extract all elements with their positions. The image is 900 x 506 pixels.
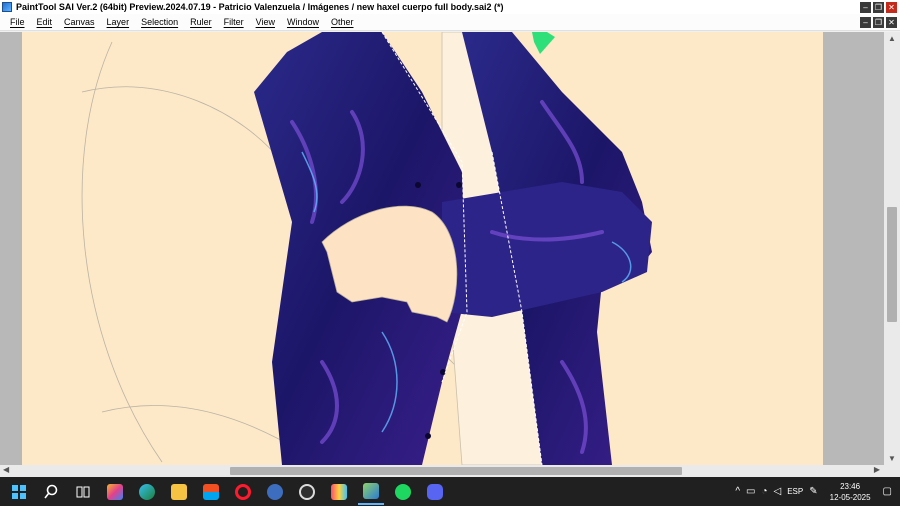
restore-button[interactable]: ❐: [873, 1, 884, 13]
minimize-button[interactable]: –: [860, 1, 871, 13]
clock[interactable]: 23:46 12-05-2025: [830, 481, 871, 503]
scroll-right-arrow-icon[interactable]: ▶: [874, 465, 880, 474]
menu-layer[interactable]: Layer: [101, 17, 136, 27]
artwork: [81, 32, 652, 465]
windows-taskbar: ^ ▭ ◔ ◁ ESP ✎ 23:46 12-05-2025 ▢: [0, 477, 900, 506]
doc-close-button[interactable]: ✕: [886, 17, 897, 28]
discord-icon[interactable]: [422, 479, 448, 505]
task-view-icon[interactable]: [70, 479, 96, 505]
battery-icon[interactable]: ▭: [746, 486, 755, 497]
menu-edit[interactable]: Edit: [31, 17, 59, 27]
clock-date: 12-05-2025: [829, 492, 871, 502]
scroll-down-arrow-icon[interactable]: ▼: [887, 454, 897, 463]
spotify-icon[interactable]: [390, 479, 416, 505]
file-explorer-icon[interactable]: [166, 479, 192, 505]
window-title: PaintTool SAI Ver.2 (64bit) Preview.2024…: [16, 2, 504, 12]
doc-restore-button[interactable]: ❐: [873, 17, 884, 28]
green-accent: [532, 32, 555, 54]
document-window-controls: – ❐ ✕: [860, 17, 897, 28]
doc-minimize-button[interactable]: –: [860, 17, 871, 28]
clock-time: 23:46: [840, 481, 861, 491]
horizontal-scroll-thumb[interactable]: [230, 467, 682, 475]
wifi-icon[interactable]: ◔: [761, 486, 767, 497]
menu-canvas[interactable]: Canvas: [58, 17, 101, 27]
system-tray: ^ ▭ ◔ ◁ ESP ✎ 23:46 12-05-2025 ▢: [735, 477, 900, 506]
drawing-canvas[interactable]: [22, 32, 823, 465]
scroll-left-arrow-icon[interactable]: ◀: [3, 465, 9, 474]
language-indicator[interactable]: ESP: [787, 487, 803, 496]
sleeve: [442, 182, 652, 317]
notifications-icon[interactable]: ▢: [883, 486, 892, 497]
close-button[interactable]: ✕: [886, 1, 897, 13]
copilot-icon[interactable]: [102, 479, 128, 505]
microsoft-store-icon[interactable]: [198, 479, 224, 505]
menu-bar: File Edit Canvas Layer Selection Ruler F…: [0, 14, 900, 31]
edge-icon[interactable]: [134, 479, 160, 505]
vertical-scroll-thumb[interactable]: [887, 207, 897, 322]
obs-icon[interactable]: [294, 479, 320, 505]
title-bar: PaintTool SAI Ver.2 (64bit) Preview.2024…: [0, 0, 900, 14]
workspace: [0, 32, 900, 465]
vertical-scrollbar[interactable]: ▲ ▼: [884, 32, 900, 465]
menu-selection[interactable]: Selection: [135, 17, 184, 27]
menu-window[interactable]: Window: [281, 17, 325, 27]
opera-icon[interactable]: [230, 479, 256, 505]
menu-filter[interactable]: Filter: [218, 17, 250, 27]
menu-file[interactable]: File: [4, 17, 31, 27]
painttool-sai-app-icon[interactable]: [2, 2, 12, 12]
menu-view[interactable]: View: [250, 17, 281, 27]
menu-ruler[interactable]: Ruler: [184, 17, 218, 27]
horizontal-scrollbar[interactable]: ◀ ▶: [0, 465, 900, 477]
pen-menu-icon[interactable]: ✎: [809, 486, 817, 497]
volume-icon[interactable]: ◁: [774, 486, 782, 497]
menu-other[interactable]: Other: [325, 17, 360, 27]
qbittorrent-icon[interactable]: [262, 479, 288, 505]
tray-overflow-chevron-icon[interactable]: ^: [735, 486, 740, 497]
window-controls: – ❐ ✕: [860, 1, 897, 13]
search-icon[interactable]: [38, 479, 64, 505]
ibis-paint-icon[interactable]: [326, 479, 352, 505]
painttool-sai-taskbar-icon[interactable]: [358, 479, 384, 505]
scroll-up-arrow-icon[interactable]: ▲: [887, 34, 897, 43]
windows-start-icon[interactable]: [6, 479, 32, 505]
